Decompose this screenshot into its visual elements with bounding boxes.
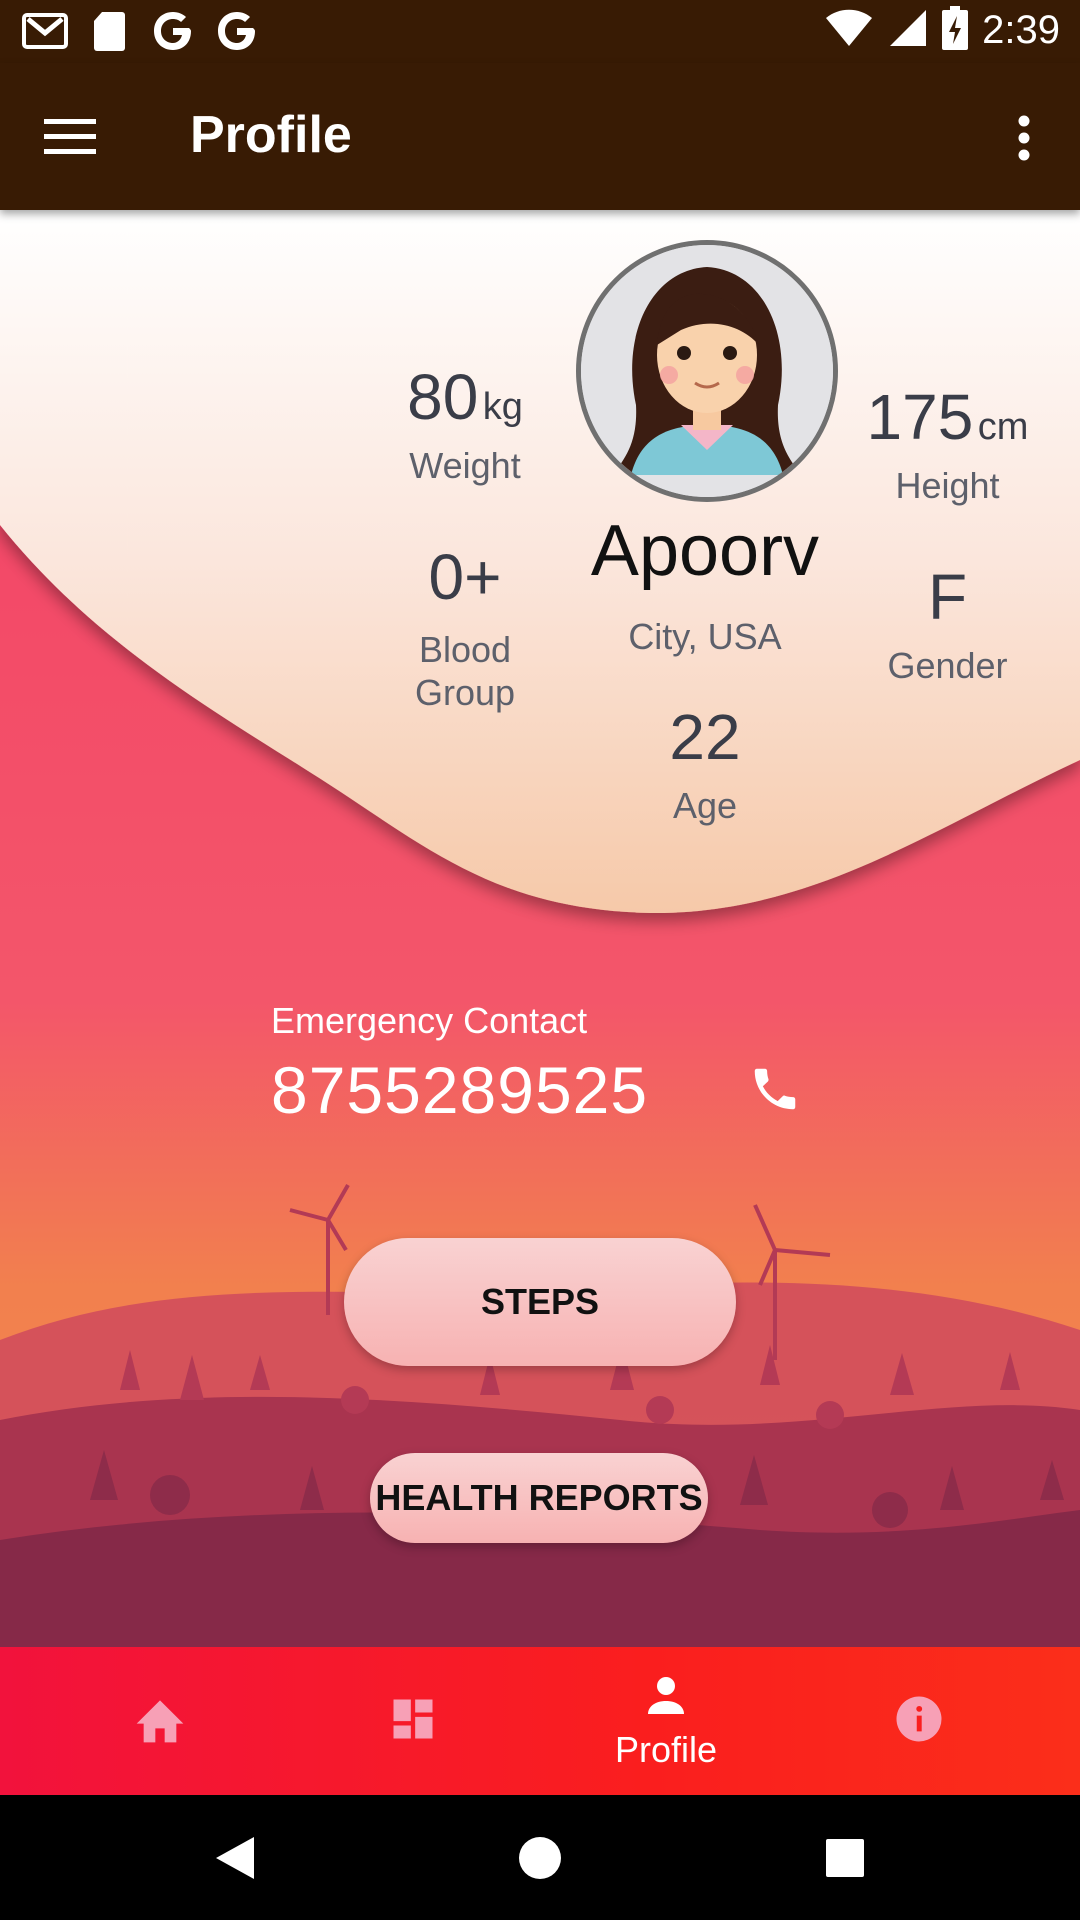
recents-square-icon[interactable] xyxy=(812,1825,878,1891)
blood-group-label-line2: Group xyxy=(414,672,516,713)
age-label: Age xyxy=(672,785,738,826)
dashboard-icon xyxy=(387,1693,439,1750)
profile-name: Apoorv xyxy=(590,511,820,591)
nav-info[interactable] xyxy=(784,1647,1054,1795)
health-reports-button[interactable]: HEALTH REPORTS xyxy=(370,1453,708,1543)
back-icon[interactable] xyxy=(202,1825,268,1891)
blood-group-stat: 0+ Blood Group xyxy=(395,540,535,714)
gender-stat: F Gender xyxy=(870,560,1025,687)
profile-location: City, USA xyxy=(628,616,782,657)
age-value: 22 xyxy=(669,701,741,773)
emergency-contact-label: Emergency Contact xyxy=(271,1000,588,1041)
system-status-icons: 2:39 xyxy=(824,6,1060,55)
steps-button[interactable]: STEPS xyxy=(344,1238,736,1366)
height-value: 175 xyxy=(866,381,974,453)
age-stat: 22 Age xyxy=(630,700,780,827)
person-icon xyxy=(641,1672,691,1725)
nav-dashboard[interactable] xyxy=(278,1647,548,1795)
profile-content: 80 kg Weight 0+ Blood Group 175 cm Heigh… xyxy=(0,210,1080,1647)
nav-profile-label: Profile xyxy=(614,1728,718,1770)
wifi-icon xyxy=(824,8,874,53)
weight-stat: 80 kg Weight xyxy=(395,360,535,487)
notification-icons xyxy=(22,8,260,54)
home-icon xyxy=(132,1693,188,1750)
nav-profile[interactable]: Profile xyxy=(531,1647,801,1795)
avatar xyxy=(576,240,838,502)
gender-value: F xyxy=(927,561,968,633)
blood-group-value: 0+ xyxy=(428,541,502,613)
weight-unit: kg xyxy=(482,386,523,428)
google-icon xyxy=(214,8,260,54)
bottom-navigation: Profile xyxy=(0,1647,1080,1795)
google-icon xyxy=(150,8,196,54)
nav-home[interactable] xyxy=(25,1647,295,1795)
page-title: Profile xyxy=(190,106,352,164)
height-label: Height xyxy=(895,465,1000,506)
status-time: 2:39 xyxy=(982,8,1060,52)
height-stat: 175 cm Height xyxy=(855,380,1040,507)
sd-card-icon xyxy=(86,8,132,54)
battery-charging-icon xyxy=(942,6,969,55)
phone-icon[interactable] xyxy=(744,1058,806,1120)
hamburger-menu-icon[interactable] xyxy=(40,107,100,167)
app-bar: Profile xyxy=(0,63,1080,210)
info-icon xyxy=(892,1692,946,1751)
home-circle-icon[interactable] xyxy=(507,1825,573,1891)
gender-label: Gender xyxy=(887,645,1008,686)
height-unit: cm xyxy=(977,406,1029,448)
system-navigation-bar xyxy=(0,1795,1080,1920)
emergency-contact-number: 8755289525 xyxy=(271,1053,649,1127)
weight-value: 80 xyxy=(407,361,479,433)
more-vertical-icon[interactable] xyxy=(994,103,1054,173)
gmail-icon xyxy=(22,8,68,54)
status-bar: 2:39 xyxy=(0,0,1080,63)
blood-group-label-line1: Blood xyxy=(418,629,512,670)
signal-icon xyxy=(888,8,928,53)
weight-label: Weight xyxy=(409,445,521,486)
